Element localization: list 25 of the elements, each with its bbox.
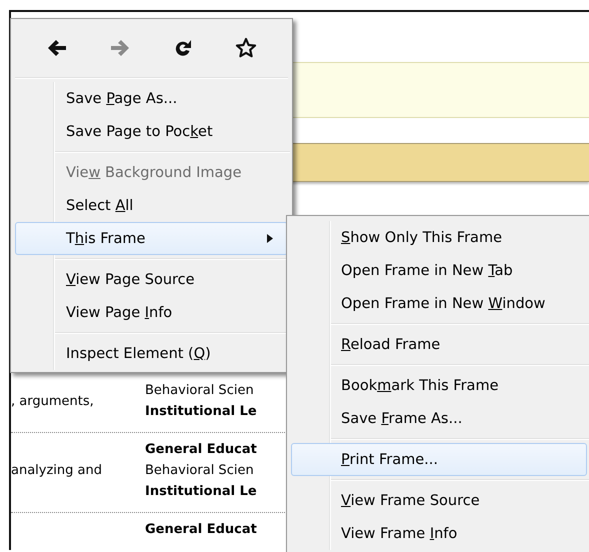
menu-item[interactable]: View Page Source: [15, 263, 288, 296]
menu-item[interactable]: Show Only This Frame: [291, 221, 587, 254]
menu-item[interactable]: Save Page As...: [15, 82, 288, 115]
menu-item[interactable]: Open Frame in New Tab: [291, 254, 587, 287]
table-cell-text: Behavioral Scien: [145, 462, 254, 480]
menu-item[interactable]: Reload Frame: [291, 328, 587, 361]
table-cell-text: Institutional Le: [145, 403, 257, 421]
menu-item[interactable]: This Frame: [15, 222, 288, 255]
menu-item[interactable]: Print Frame...: [291, 443, 587, 476]
table-cell-text: General Educat: [145, 521, 257, 539]
menu-item[interactable]: View Page Info: [15, 296, 288, 329]
table-cell-text: Institutional Le: [145, 483, 257, 501]
table-cell: analyzing and: [11, 463, 102, 478]
table-cell-text: Behavioral Scien: [145, 382, 254, 400]
star-icon[interactable]: [234, 36, 258, 60]
table-cell-text: General Educat: [145, 441, 257, 459]
menu-item[interactable]: View Frame Info: [291, 517, 587, 550]
menu-item[interactable]: Open Frame in New Window: [291, 287, 587, 320]
menu-item[interactable]: Save Frame As...: [291, 402, 587, 435]
menu-item[interactable]: Save Page to Pocket: [15, 115, 288, 148]
menu-item[interactable]: Bookmark This Frame: [291, 369, 587, 402]
menu-item[interactable]: Inspect Element (Q): [15, 337, 288, 370]
menu-item[interactable]: Select All: [15, 189, 288, 222]
table-cell: , arguments,: [11, 394, 94, 408]
menu-item[interactable]: View Frame Source: [291, 484, 587, 517]
